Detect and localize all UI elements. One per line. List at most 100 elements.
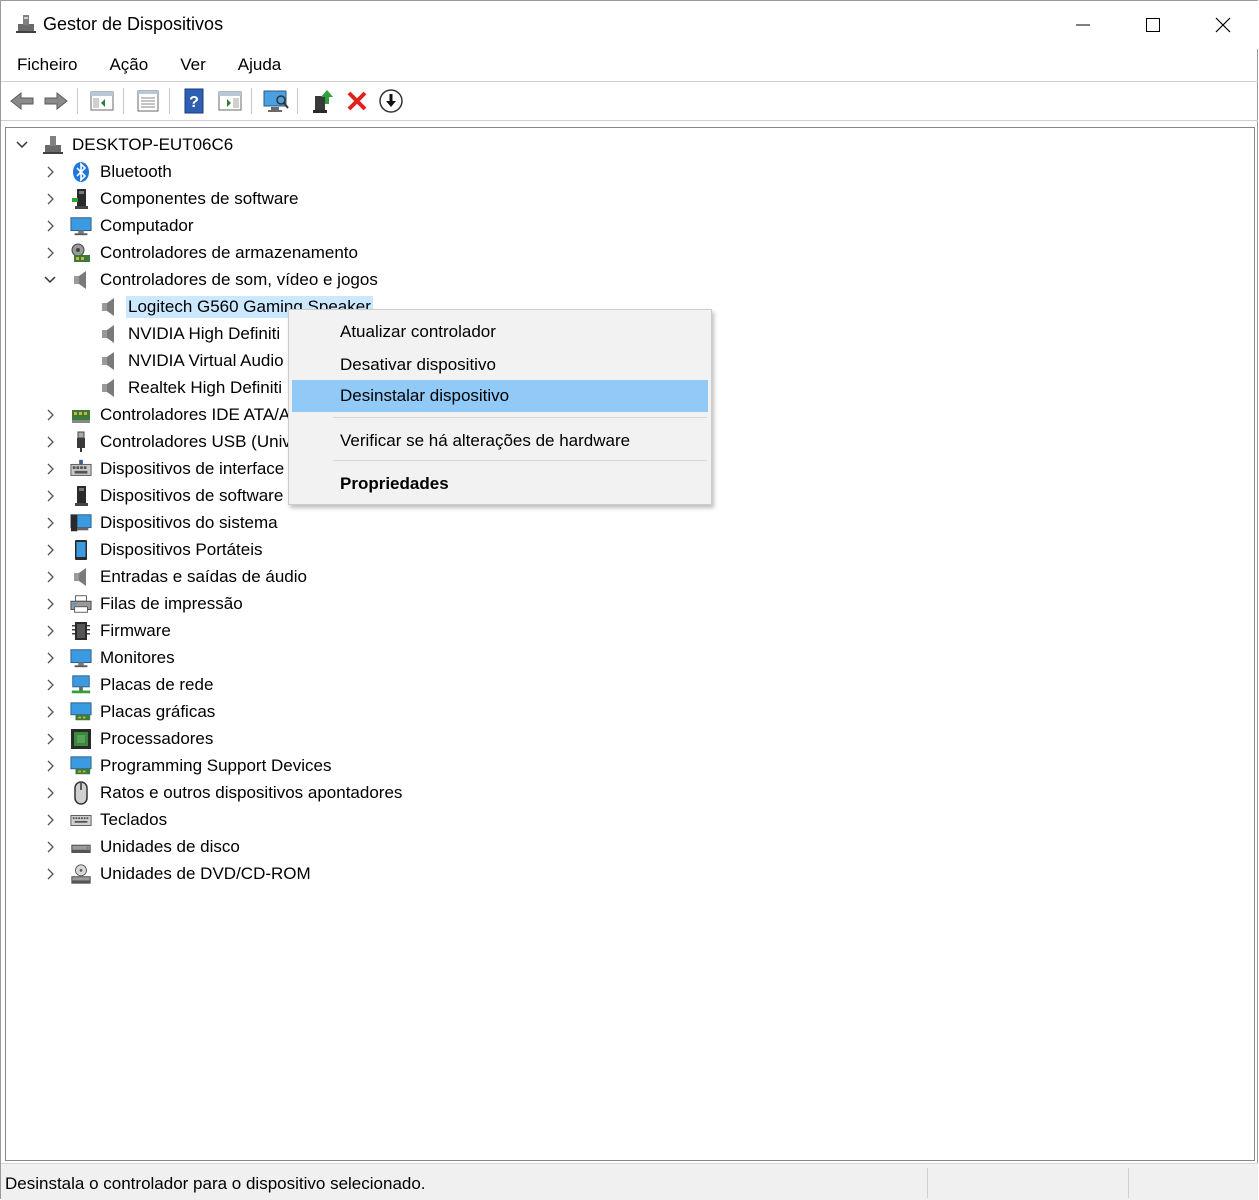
monitor-icon [70, 647, 92, 669]
tree-item-nvidia-virtual-audio[interactable]: NVIDIA Virtual Audio [98, 347, 286, 374]
hid-keyboard-icon [70, 458, 92, 480]
chevron-down-icon[interactable] [14, 137, 30, 153]
tree-item-system-devices[interactable]: Dispositivos do sistema [42, 509, 280, 536]
tree-item-network-adapters[interactable]: Placas de rede [42, 671, 215, 698]
tree-item-bluetooth[interactable]: Bluetooth [42, 158, 174, 185]
menu-item-properties[interactable]: Propriedades [292, 468, 708, 500]
tree-item-software-components[interactable]: Componentes de software [42, 185, 300, 212]
chevron-right-icon[interactable] [42, 407, 58, 423]
update-driver-button[interactable] [307, 86, 337, 116]
tree-item-label: NVIDIA High Definiti [128, 323, 281, 343]
chevron-right-icon[interactable] [42, 515, 58, 531]
help-button[interactable]: ? [179, 86, 209, 116]
tree-item-disk-drives[interactable]: Unidades de disco [42, 833, 242, 860]
action-pane-button[interactable] [215, 86, 245, 116]
chevron-right-icon[interactable] [42, 569, 58, 585]
system-device-icon [70, 512, 92, 534]
tree-root[interactable]: DESKTOP-EUT06C6 [14, 131, 235, 158]
tree-item-processors[interactable]: Processadores [42, 725, 215, 752]
disable-device-button[interactable] [376, 86, 406, 116]
tree-item-nvidia-hd-audio[interactable]: NVIDIA High Definiti [98, 320, 282, 347]
title-bar: Gestor de Dispositivos [1, 1, 1258, 49]
tree-item-monitors[interactable]: Monitores [42, 644, 177, 671]
forward-button[interactable] [41, 86, 71, 116]
menu-ficheiro[interactable]: Ficheiro [1, 51, 93, 81]
tree-item-display-adapters[interactable]: Placas gráficas [42, 698, 217, 725]
speaker-icon [98, 377, 120, 399]
tree-item-computer[interactable]: Computador [42, 212, 196, 239]
properties-button[interactable] [133, 86, 163, 116]
minimize-button[interactable] [1048, 1, 1118, 49]
help-icon: ? [184, 88, 204, 114]
tree-item-realtek-hd-audio[interactable]: Realtek High Definiti [98, 374, 284, 401]
close-button[interactable] [1188, 1, 1258, 49]
tree-item-ide-controllers[interactable]: Controladores IDE ATA/A [42, 401, 292, 428]
tree-item-dvd-cd-rom-drives[interactable]: Unidades de DVD/CD-ROM [42, 860, 313, 887]
menu-ajuda[interactable]: Ajuda [222, 51, 297, 81]
chevron-right-icon[interactable] [42, 650, 58, 666]
tree-item-label: Teclados [100, 809, 168, 829]
computer-monitor-icon [70, 215, 92, 237]
tree-item-software-devices[interactable]: Dispositivos de software [42, 482, 285, 509]
chevron-right-icon[interactable] [42, 704, 58, 720]
menu-item-update-driver[interactable]: Atualizar controlador [292, 316, 708, 348]
tree-item-label: Unidades de DVD/CD-ROM [100, 863, 311, 883]
chevron-right-icon[interactable] [42, 677, 58, 693]
tree-item-hid-devices[interactable]: Dispositivos de interface [42, 455, 286, 482]
menu-item-disable-device[interactable]: Desativar dispositivo [292, 349, 708, 381]
chevron-right-icon[interactable] [42, 596, 58, 612]
device-tree[interactable]: DESKTOP-EUT06C6 Bluetooth Componentes de… [5, 127, 1255, 1161]
software-device-icon [70, 485, 92, 507]
tree-item-print-queues[interactable]: Filas de impressão [42, 590, 245, 617]
tree-item-label: Firmware [100, 620, 171, 640]
device-manager-app-icon [16, 15, 36, 33]
chevron-right-icon[interactable] [42, 488, 58, 504]
chevron-down-icon[interactable] [42, 272, 58, 288]
scan-hardware-button[interactable] [261, 86, 291, 116]
tree-item-programming-support-devices[interactable]: Programming Support Devices [42, 752, 333, 779]
uninstall-device-button[interactable] [342, 86, 372, 116]
tree-item-label: Processadores [100, 728, 214, 748]
chevron-right-icon[interactable] [42, 164, 58, 180]
menu-acao[interactable]: Ação [93, 51, 164, 81]
svg-text:?: ? [189, 94, 199, 111]
chevron-right-icon[interactable] [42, 731, 58, 747]
back-button[interactable] [7, 86, 37, 116]
tree-item-audio-inputs-outputs[interactable]: Entradas e saídas de áudio [42, 563, 309, 590]
programming-device-icon [70, 755, 92, 777]
context-menu: Atualizar controlador Desativar disposit… [288, 309, 712, 505]
tree-item-firmware[interactable]: Firmware [42, 617, 173, 644]
tree-item-label: Componentes de software [100, 188, 299, 208]
chevron-right-icon[interactable] [42, 461, 58, 477]
chevron-right-icon[interactable] [42, 542, 58, 558]
tree-item-portable-devices[interactable]: Dispositivos Portáteis [42, 536, 265, 563]
chevron-right-icon[interactable] [42, 245, 58, 261]
tree-item-sound-controllers[interactable]: Controladores de som, vídeo e jogos [42, 266, 380, 293]
chevron-right-icon[interactable] [42, 623, 58, 639]
chevron-right-icon[interactable] [42, 812, 58, 828]
chevron-right-icon[interactable] [42, 866, 58, 882]
chevron-right-icon[interactable] [42, 191, 58, 207]
show-hide-console-tree-button[interactable] [87, 86, 117, 116]
tree-item-label: Controladores USB (Univ [100, 431, 291, 451]
menu-item-scan-hardware[interactable]: Verificar se há alterações de hardware [292, 425, 708, 457]
chevron-right-icon[interactable] [42, 785, 58, 801]
tree-item-label: Controladores de som, vídeo e jogos [100, 269, 378, 289]
chevron-right-icon[interactable] [42, 218, 58, 234]
menu-ver[interactable]: Ver [164, 51, 222, 81]
chevron-right-icon[interactable] [42, 758, 58, 774]
show-hide-console-tree-icon [90, 91, 114, 111]
maximize-button[interactable] [1118, 1, 1188, 49]
minimize-icon [1076, 24, 1090, 26]
tree-item-label: Monitores [100, 647, 175, 667]
tree-item-label: Ratos e outros dispositivos apontadores [100, 782, 403, 802]
chevron-right-icon[interactable] [42, 839, 58, 855]
firmware-chip-icon [70, 620, 92, 642]
tree-item-keyboards[interactable]: Teclados [42, 806, 169, 833]
menu-item-uninstall-device[interactable]: Desinstalar dispositivo [292, 380, 708, 412]
tree-item-mice[interactable]: Ratos e outros dispositivos apontadores [42, 779, 404, 806]
mouse-icon [70, 780, 92, 805]
tree-item-usb-controllers[interactable]: Controladores USB (Univ [42, 428, 293, 455]
chevron-right-icon[interactable] [42, 434, 58, 450]
tree-item-storage-controllers[interactable]: Controladores de armazenamento [42, 239, 360, 266]
